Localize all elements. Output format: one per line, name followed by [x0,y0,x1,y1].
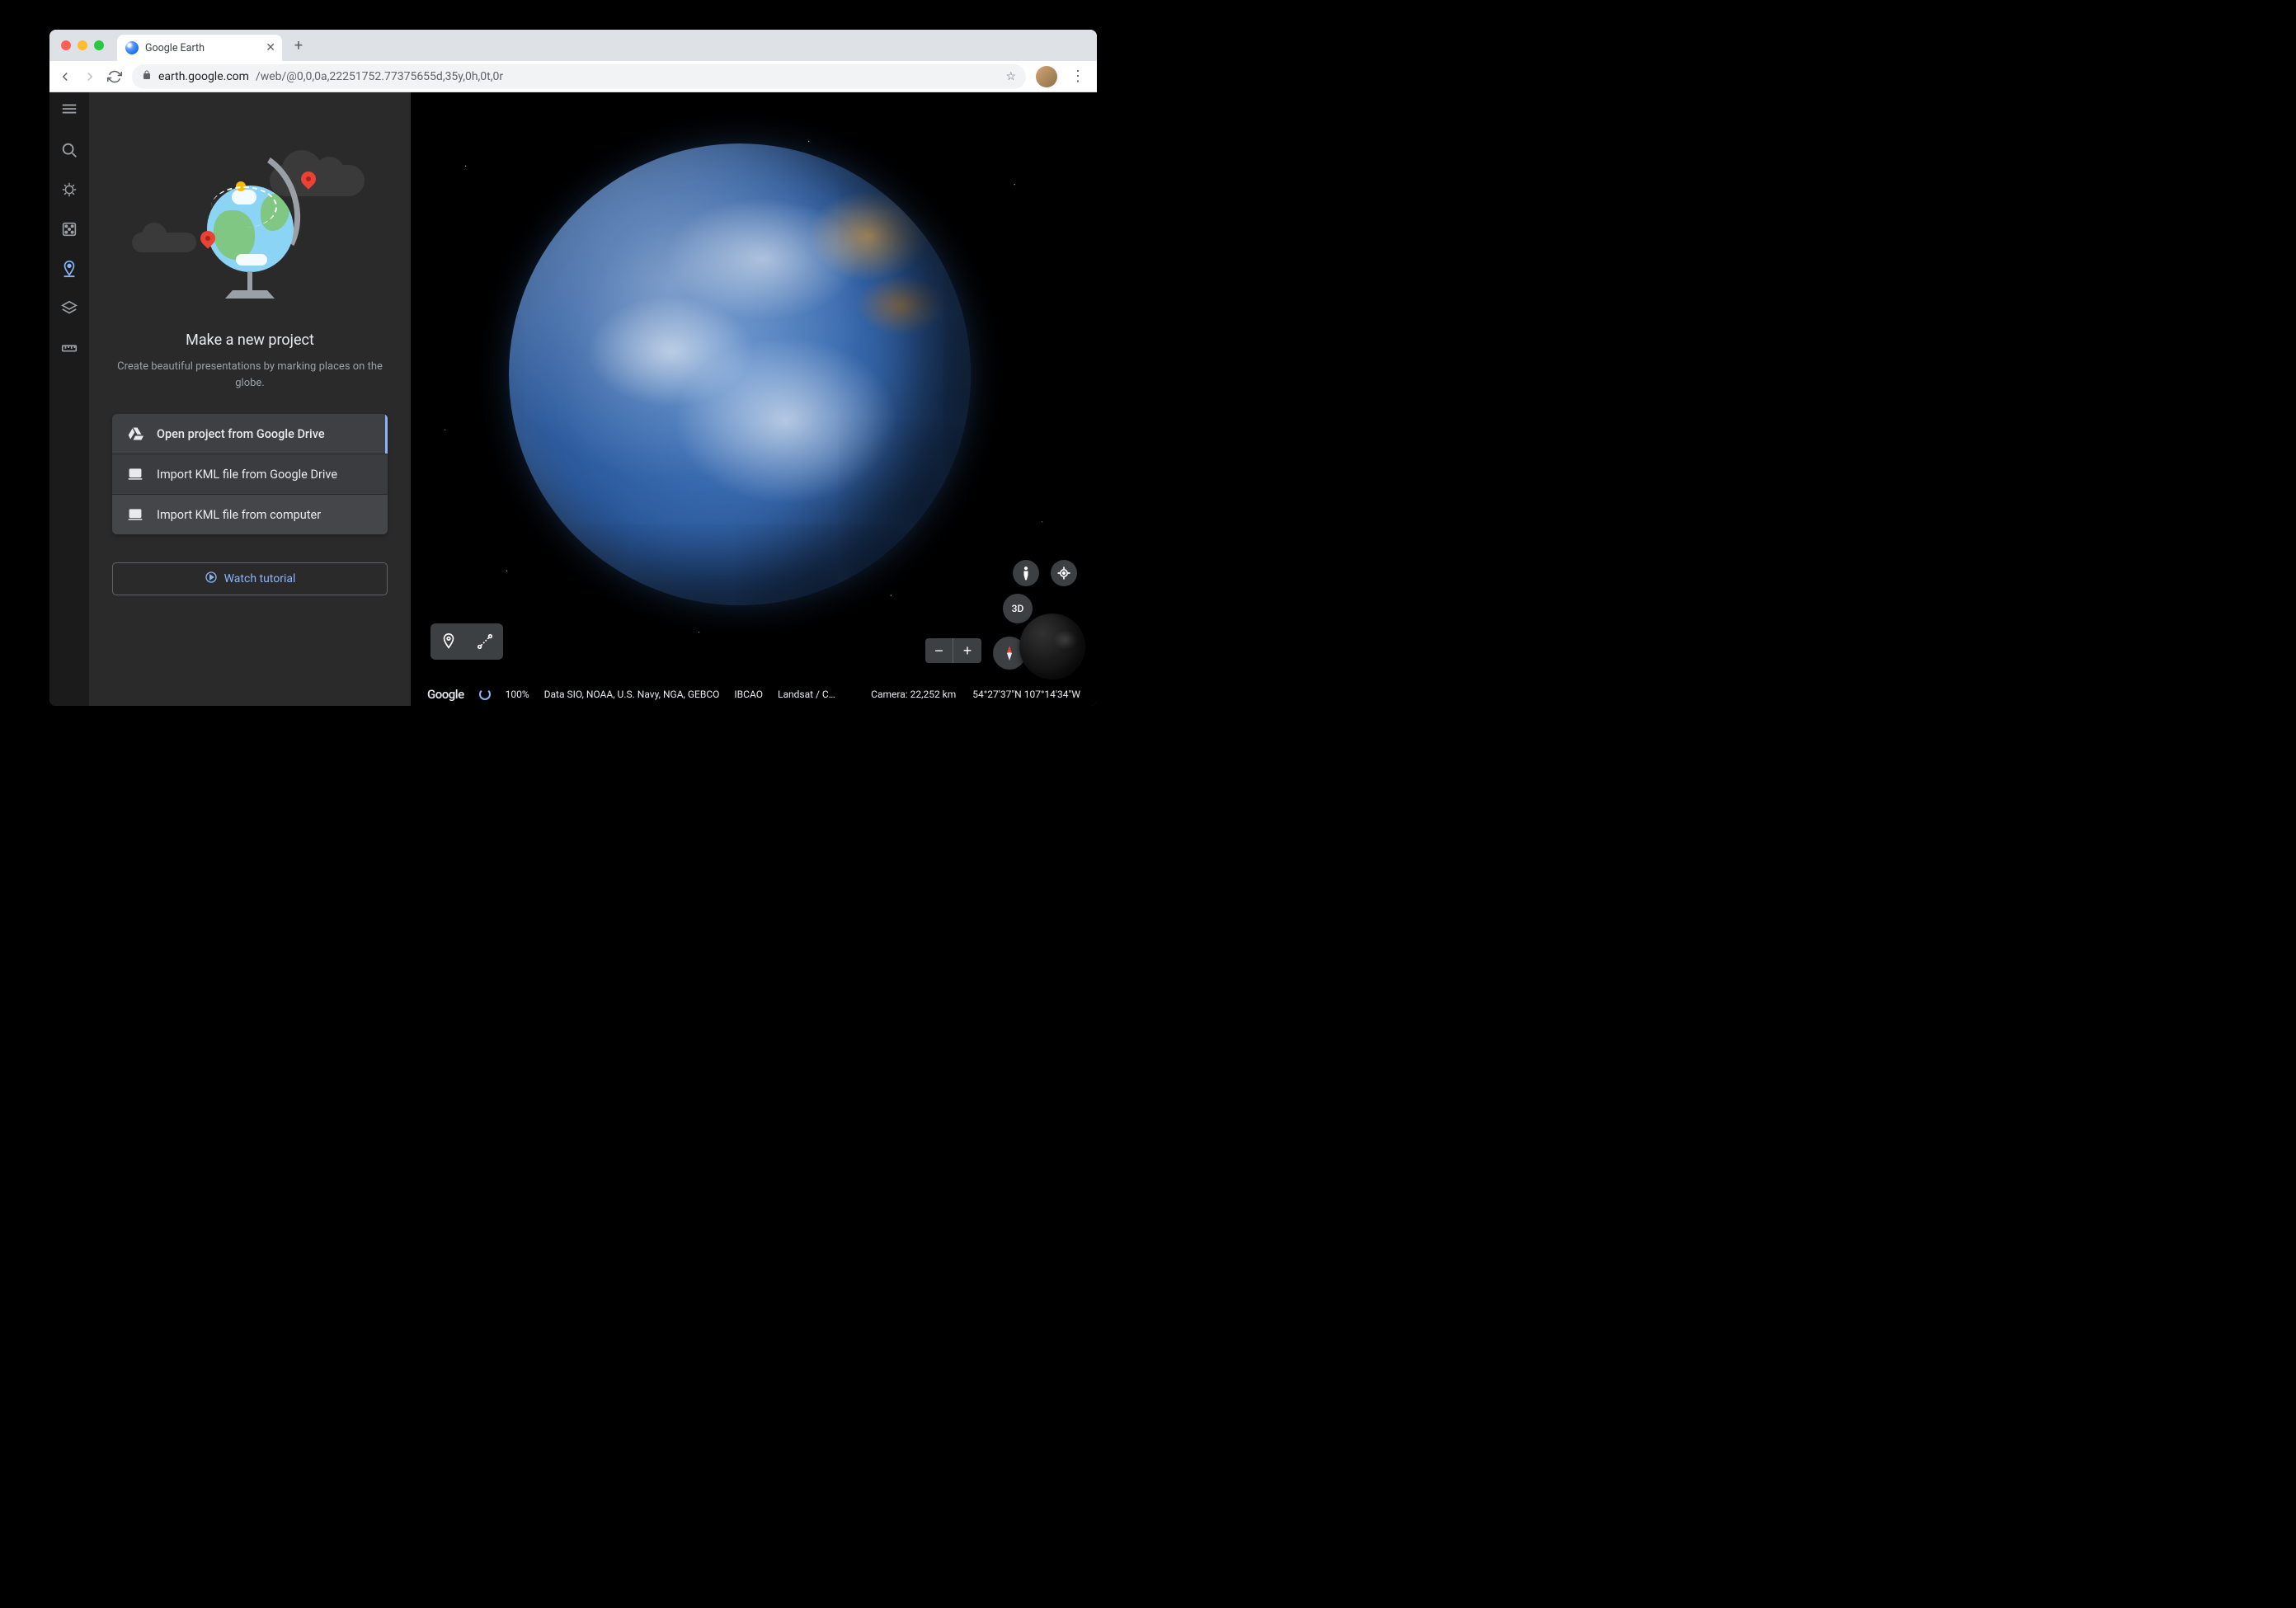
url-domain: earth.google.com [158,70,249,83]
globe-illustration [139,142,361,307]
earth-favicon-icon [125,41,139,54]
menu-icon[interactable] [59,101,79,120]
map-tool-pill [430,623,503,660]
close-tab-icon[interactable]: ✕ [266,41,275,54]
overview-globe[interactable] [1019,614,1085,679]
forward-button[interactable] [82,69,97,84]
voyager-icon[interactable] [59,180,79,200]
drive-icon [127,426,144,442]
tab-title: Google Earth [145,42,205,54]
close-window-icon[interactable] [61,40,71,50]
browser-window: Google Earth ✕ + earth.google.com/web/@0… [49,30,1097,706]
projects-icon[interactable] [59,259,79,279]
browser-tab-bar: Google Earth ✕ + [49,30,1097,61]
browser-menu-icon[interactable]: ⋮ [1067,68,1089,85]
attribution-1: Data SIO, NOAA, U.S. Navy, NGA, GEBCO [544,689,720,700]
status-bar: Google 100% Data SIO, NOAA, U.S. Navy, N… [411,683,1097,706]
my-location-icon[interactable] [1051,560,1077,586]
import-kml-computer-option[interactable]: Import KML file from computer [112,494,388,534]
bookmark-star-icon[interactable]: ☆ [1005,70,1016,83]
loading-percent: 100% [506,689,529,700]
project-options-card: Open project from Google Drive Import KM… [112,414,388,534]
url-path: /web/@0,0,0a,22251752.77375655d,35y,0h,0… [256,70,503,83]
3d-toggle-button[interactable]: 3D [1003,594,1033,623]
panel-title: Make a new project [186,331,314,349]
back-button[interactable] [58,69,73,84]
search-icon[interactable] [59,140,79,160]
tutorial-label: Watch tutorial [224,572,296,585]
option-label: Import KML file from Google Drive [157,468,337,482]
minimize-window-icon[interactable] [78,40,87,50]
attribution-2: IBCAO [734,689,763,700]
profile-avatar[interactable] [1036,66,1057,87]
pegman-icon[interactable] [1013,560,1039,586]
google-logo: Google [427,687,464,702]
map-style-icon[interactable] [59,299,79,318]
left-nav-rail [49,92,89,706]
laptop-icon [127,506,144,523]
projects-panel: Make a new project Create beautiful pres… [89,92,411,706]
coordinates: 54°27'37"N 107°14'34"W [972,689,1080,700]
import-kml-drive-option[interactable]: Import KML file from Google Drive [112,454,388,494]
address-bar[interactable]: earth.google.com/web/@0,0,0a,22251752.77… [132,64,1026,89]
panel-subtitle: Create beautiful presentations by markin… [112,359,388,391]
google-earth-app: Make a new project Create beautiful pres… [49,92,1097,706]
path-tool-button[interactable] [467,623,503,660]
feeling-lucky-icon[interactable] [59,219,79,239]
earth-globe [509,143,971,605]
3d-label: 3D [1012,603,1024,614]
play-circle-icon [205,571,218,587]
window-controls [61,40,104,50]
right-top-controls [1013,560,1077,586]
option-label: Open project from Google Drive [157,427,325,441]
lock-icon [142,70,152,82]
open-from-drive-option[interactable]: Open project from Google Drive [112,414,388,454]
attribution-3: Landsat / C… [778,689,835,700]
option-label: Import KML file from computer [157,508,321,522]
zoom-out-button[interactable]: − [925,638,953,663]
new-tab-button[interactable]: + [287,34,310,57]
zoom-in-button[interactable]: + [953,638,981,663]
zoom-control: − + [925,638,981,663]
map-view[interactable]: 3D − + Google 100% Data SIO, NOAA, U.S. … [411,92,1097,706]
maximize-window-icon[interactable] [94,40,104,50]
placemark-tool-button[interactable] [430,623,467,660]
camera-altitude: Camera: 22,252 km [871,689,956,700]
browser-toolbar: earth.google.com/web/@0,0,0a,22251752.77… [49,61,1097,92]
laptop-icon [127,466,144,482]
watch-tutorial-button[interactable]: Watch tutorial [112,562,388,595]
loading-spinner-icon [479,689,491,700]
browser-tab[interactable]: Google Earth ✕ [117,35,282,61]
reload-button[interactable] [107,69,122,84]
measure-icon[interactable] [59,338,79,358]
